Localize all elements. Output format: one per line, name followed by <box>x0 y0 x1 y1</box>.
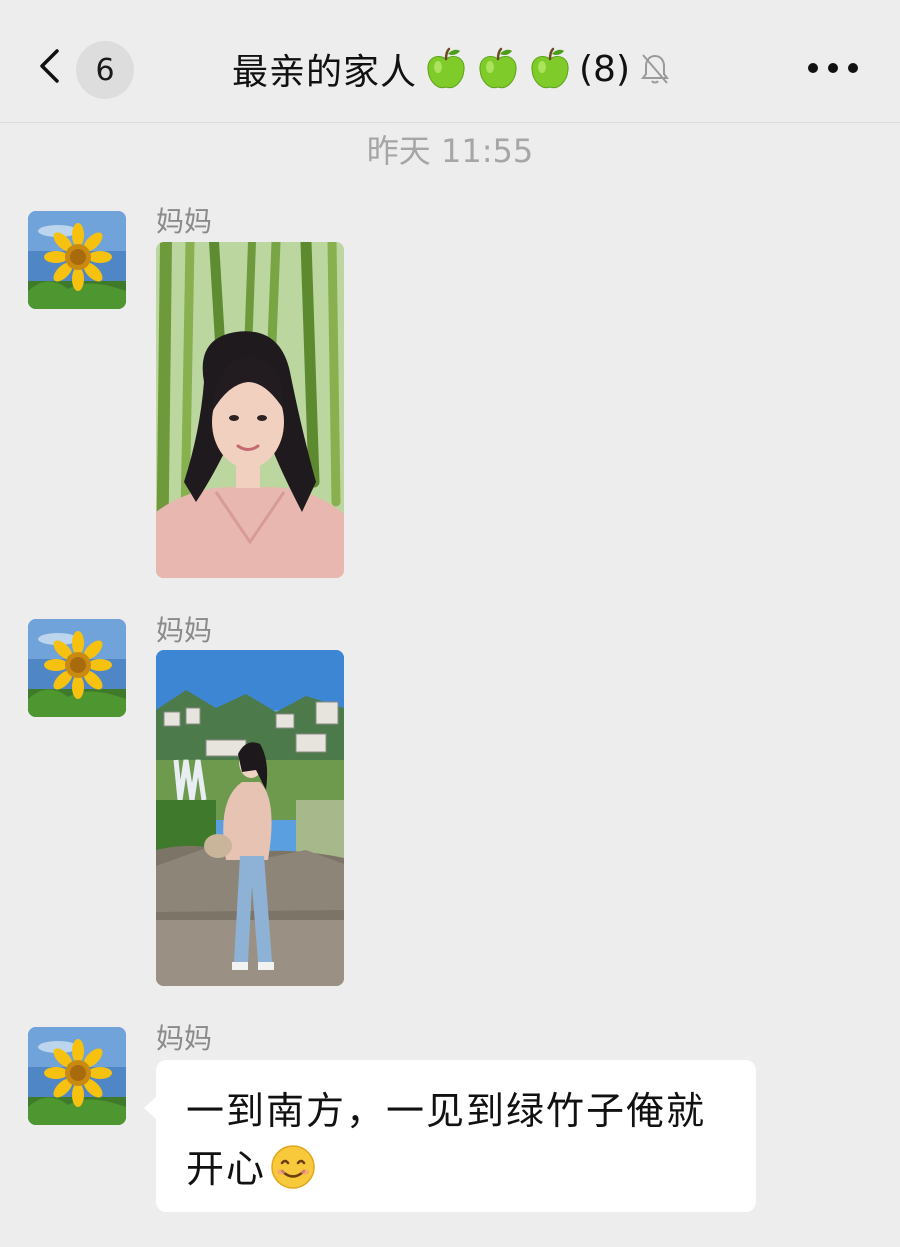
sender-name: 妈妈 <box>156 1022 213 1055</box>
mute-bell-icon <box>641 54 670 84</box>
chat-title: 最亲的家人 <box>232 52 418 93</box>
text-message-bubble[interactable]: 一到南方，一见到绿竹子俺就 开心 <box>156 1060 756 1212</box>
image-message-landscape-photo[interactable] <box>156 650 344 986</box>
chat-title-group: 最亲的家人 (8) <box>232 44 670 94</box>
message-timestamp: 昨天 11:55 <box>366 132 534 170</box>
sender-avatar[interactable] <box>28 619 126 717</box>
sunflower-avatar-image <box>28 619 126 717</box>
unread-count-badge[interactable]: 6 <box>76 41 134 99</box>
message-text: 开心 <box>186 1147 267 1191</box>
member-count: (8) <box>579 48 631 90</box>
green-apple-icon <box>479 47 517 89</box>
sender-avatar[interactable] <box>28 211 126 309</box>
sender-name: 妈妈 <box>156 614 213 647</box>
smiling-face-icon <box>271 1145 315 1189</box>
chat-header: 6 最亲的家人 (8) <box>0 0 900 123</box>
sender-name: 妈妈 <box>156 205 213 238</box>
sender-avatar[interactable] <box>28 1027 126 1125</box>
sunflower-avatar-image <box>28 211 126 309</box>
green-apple-icon <box>531 47 569 89</box>
more-options-icon[interactable] <box>808 60 858 76</box>
image-message-bamboo-selfie[interactable] <box>156 242 344 578</box>
message-text-line-2: 开心 <box>186 1140 726 1198</box>
message-text-line: 一到南方，一见到绿竹子俺就 <box>186 1089 707 1133</box>
green-apple-icon <box>427 47 465 89</box>
back-arrow-icon[interactable] <box>38 48 60 84</box>
sunflower-avatar-image <box>28 1027 126 1125</box>
